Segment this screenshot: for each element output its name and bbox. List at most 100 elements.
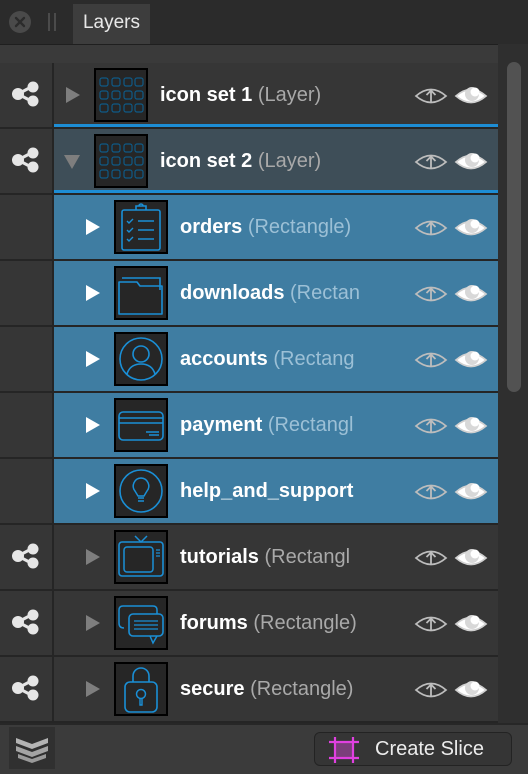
visibility-toggle[interactable]: [454, 149, 488, 180]
layer-thumbnail: [114, 464, 168, 518]
export-toggle[interactable]: [414, 347, 448, 378]
eye-icon: [454, 417, 488, 434]
scrollbar-thumb[interactable]: [507, 62, 521, 392]
export-toggle[interactable]: [414, 413, 448, 444]
export-toggle[interactable]: [414, 545, 448, 576]
clipboard-checklist-icon: [121, 203, 161, 251]
export-toggle[interactable]: [414, 611, 448, 642]
export-toggle[interactable]: [414, 215, 448, 246]
layer-thumbnail: [114, 266, 168, 320]
layer-name: help_and_support: [180, 480, 354, 502]
visibility-toggle[interactable]: [454, 215, 488, 246]
layer-label[interactable]: accounts (Rectang: [180, 327, 370, 391]
layer-row[interactable]: icon set 1 (Layer): [0, 63, 498, 129]
layer-name: icon set 1: [160, 84, 253, 106]
collapse-triangle-icon[interactable]: [64, 155, 80, 169]
eye-export-icon: [414, 616, 448, 632]
eye-export-icon: [414, 418, 448, 434]
eye-export-icon: [414, 154, 448, 170]
layer-thumbnail: [94, 134, 148, 188]
layer-thumbnail: [114, 596, 168, 650]
layer-row[interactable]: tutorials (Rectangl: [0, 525, 498, 591]
link-button[interactable]: [11, 675, 41, 706]
layer-name: icon set 2: [160, 150, 253, 172]
drag-grip-icon[interactable]: [48, 13, 56, 31]
link-button[interactable]: [11, 609, 41, 640]
layer-row[interactable]: forums (Rectangle): [0, 591, 498, 657]
link-column: [0, 327, 52, 393]
link-column: [0, 63, 52, 129]
slice-crop-icon: [329, 737, 359, 763]
layer-label[interactable]: orders (Rectangle): [180, 195, 370, 259]
layer-row[interactable]: orders (Rectangle): [0, 195, 498, 261]
expand-triangle-icon[interactable]: [66, 87, 80, 103]
expand-triangle-icon[interactable]: [86, 417, 100, 433]
expand-triangle-icon[interactable]: [86, 285, 100, 301]
layer-thumbnail: [94, 68, 148, 122]
create-slice-button[interactable]: Create Slice: [314, 732, 512, 766]
eye-export-icon: [414, 682, 448, 698]
layer-label[interactable]: secure (Rectangle): [180, 657, 370, 721]
layer-row[interactable]: accounts (Rectang: [0, 327, 498, 393]
layer-type: (Layer): [257, 84, 322, 106]
visibility-toggle[interactable]: [454, 677, 488, 708]
layer-label[interactable]: help_and_support: [180, 459, 370, 523]
scrollbar[interactable]: [498, 44, 528, 724]
layer-name: tutorials: [180, 546, 259, 568]
layer-label[interactable]: downloads (Rectan: [180, 261, 370, 325]
layer-thumbnail: [114, 332, 168, 386]
tv-icon: [118, 535, 164, 577]
share-nodes-icon: [12, 147, 39, 173]
visibility-toggle[interactable]: [454, 611, 488, 642]
layer-name: payment: [180, 414, 263, 436]
layer-label[interactable]: tutorials (Rectangl: [180, 525, 370, 589]
layer-row[interactable]: icon set 2 (Layer): [0, 129, 498, 195]
visibility-toggle[interactable]: [454, 83, 488, 114]
eye-icon: [454, 549, 488, 566]
export-toggle[interactable]: [414, 149, 448, 180]
expand-triangle-icon[interactable]: [86, 483, 100, 499]
layer-label[interactable]: icon set 1 (Layer): [160, 63, 410, 127]
layer-name: downloads: [180, 282, 285, 304]
expand-triangle-icon[interactable]: [86, 219, 100, 235]
layer-row[interactable]: payment (Rectangl: [0, 393, 498, 459]
layer-thumbnail: [114, 398, 168, 452]
export-toggle[interactable]: [414, 677, 448, 708]
layer-name: secure: [180, 678, 245, 700]
layers-toggle-button[interactable]: [9, 727, 55, 769]
layer-label[interactable]: icon set 2 (Layer): [160, 129, 410, 193]
lightbulb-circle-icon: [119, 469, 163, 513]
visibility-toggle[interactable]: [454, 413, 488, 444]
layer-label[interactable]: forums (Rectangle): [180, 591, 370, 655]
visibility-toggle[interactable]: [454, 545, 488, 576]
expand-triangle-icon[interactable]: [86, 615, 100, 631]
eye-icon: [454, 681, 488, 698]
eye-export-icon: [414, 550, 448, 566]
eye-export-icon: [414, 352, 448, 368]
visibility-toggle[interactable]: [454, 281, 488, 312]
expand-triangle-icon[interactable]: [86, 549, 100, 565]
layers-stack-icon: [16, 738, 48, 763]
layer-type: (Rectangle): [250, 678, 354, 700]
link-button[interactable]: [11, 81, 41, 112]
link-button[interactable]: [11, 543, 41, 574]
expand-triangle-icon[interactable]: [86, 681, 100, 697]
share-nodes-icon: [12, 609, 39, 635]
expand-triangle-icon[interactable]: [86, 351, 100, 367]
tab-layers[interactable]: Layers: [73, 4, 150, 44]
layer-label[interactable]: payment (Rectangl: [180, 393, 370, 457]
export-toggle[interactable]: [414, 281, 448, 312]
visibility-toggle[interactable]: [454, 479, 488, 510]
link-button[interactable]: [11, 147, 41, 178]
visibility-toggle[interactable]: [454, 347, 488, 378]
eye-icon: [454, 483, 488, 500]
layer-row[interactable]: help_and_support: [0, 459, 498, 525]
layer-row[interactable]: downloads (Rectan: [0, 261, 498, 327]
export-toggle[interactable]: [414, 83, 448, 114]
user-circle-icon: [119, 337, 163, 381]
close-icon: [14, 16, 26, 28]
layer-row[interactable]: secure (Rectangle): [0, 657, 498, 723]
layer-name: forums: [180, 612, 248, 634]
close-panel-button[interactable]: [9, 11, 31, 33]
export-toggle[interactable]: [414, 479, 448, 510]
